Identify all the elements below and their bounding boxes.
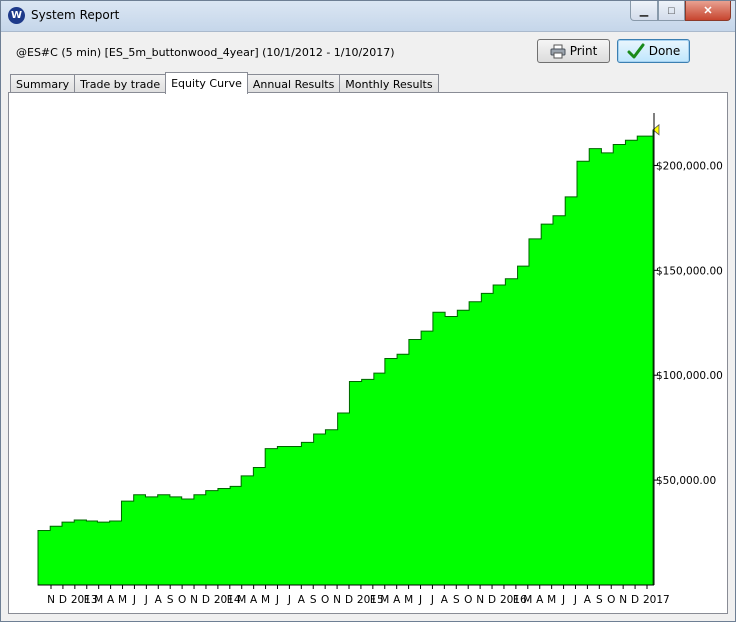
close-icon: ✕ bbox=[703, 5, 713, 17]
checkmark-icon bbox=[627, 43, 645, 59]
x-tick-label: J bbox=[561, 594, 565, 606]
x-tick-label: M bbox=[94, 594, 103, 606]
plot-area bbox=[37, 123, 660, 586]
x-tick-label: O bbox=[464, 594, 472, 606]
equity-curve-panel: $50,000.00 $100,000.00 $150,000.00 $200,000… bbox=[8, 92, 728, 614]
x-tick-label: A bbox=[584, 594, 592, 606]
x-tick-label: A bbox=[298, 594, 306, 606]
tab-summary[interactable]: Summary bbox=[10, 74, 76, 93]
x-tick-label: N bbox=[47, 594, 55, 606]
tab-monthly-results[interactable]: Monthly Results bbox=[339, 74, 439, 93]
x-tick-label: O bbox=[178, 594, 186, 606]
close-button[interactable]: ✕ bbox=[685, 1, 731, 21]
x-tick-label: N bbox=[333, 594, 341, 606]
x-tick-label: M bbox=[404, 594, 413, 606]
x-tick-label: D bbox=[345, 594, 353, 606]
x-tick-label: D bbox=[488, 594, 496, 606]
x-tick-label: M bbox=[118, 594, 127, 606]
x-tick-label: D bbox=[202, 594, 210, 606]
x-tick-label: M bbox=[523, 594, 532, 606]
x-tick-label: N bbox=[190, 594, 198, 606]
y-tick-label: $100,000.00 bbox=[656, 370, 723, 382]
window-controls: ▁ □ ✕ bbox=[630, 1, 731, 21]
window-title: System Report bbox=[31, 8, 120, 22]
x-tick-label: A bbox=[107, 594, 115, 606]
equity-area bbox=[37, 129, 654, 586]
printer-icon bbox=[550, 44, 566, 58]
equity-curve-chart: $50,000.00 $100,000.00 $150,000.00 $200,000… bbox=[37, 113, 723, 606]
x-tick-label: F bbox=[227, 594, 233, 606]
x-tick-label: D bbox=[631, 594, 639, 606]
x-tick-label: A bbox=[441, 594, 449, 606]
done-label: Done bbox=[648, 44, 681, 58]
x-tick-label: O bbox=[321, 594, 329, 606]
x-tick-label: F bbox=[513, 594, 519, 606]
x-tick-label: A bbox=[250, 594, 258, 606]
x-tick-label: N bbox=[476, 594, 484, 606]
y-axis: $50,000.00 $100,000.00 $150,000.00 $200,000… bbox=[653, 113, 723, 585]
x-tick-label: A bbox=[536, 594, 544, 606]
minimize-button[interactable]: ▁ bbox=[630, 1, 658, 21]
x-tick-label: M bbox=[380, 594, 389, 606]
x-tick-label: A bbox=[155, 594, 163, 606]
x-tick-label: S bbox=[453, 594, 460, 606]
x-tick-label: J bbox=[287, 594, 291, 606]
x-tick-label: J bbox=[144, 594, 148, 606]
x-axis: N D 2013F M A M J J A S O N D 2014F M A M J J A S O N D 2015F M A M… bbox=[38, 584, 670, 606]
minimize-icon: ▁ bbox=[639, 5, 649, 17]
x-tick-label: F bbox=[84, 594, 90, 606]
maximize-icon: □ bbox=[668, 4, 675, 17]
y-tick-label: $50,000.00 bbox=[656, 475, 716, 487]
x-tick-label: 2017 bbox=[643, 594, 670, 606]
app-logo-icon: W bbox=[8, 7, 25, 24]
x-tick-label: S bbox=[596, 594, 603, 606]
y-tick-label: $150,000.00 bbox=[656, 265, 723, 277]
x-tick-label: J bbox=[573, 594, 577, 606]
done-button[interactable]: Done bbox=[617, 39, 690, 63]
tab-trade-by-trade[interactable]: Trade by trade bbox=[74, 74, 167, 93]
x-tick-label: J bbox=[132, 594, 136, 606]
x-tick-label: M bbox=[261, 594, 270, 606]
print-label: Print bbox=[569, 44, 598, 58]
x-tick-label: J bbox=[430, 594, 434, 606]
report-tabs: Summary Trade by trade Equity Curve Annu… bbox=[10, 72, 439, 94]
x-tick-label: D bbox=[59, 594, 67, 606]
x-tick-label: F bbox=[370, 594, 376, 606]
x-tick-label: M bbox=[547, 594, 556, 606]
x-tick-label: J bbox=[275, 594, 279, 606]
x-tick-label: S bbox=[310, 594, 317, 606]
x-tick-label: A bbox=[393, 594, 401, 606]
x-tick-label: O bbox=[607, 594, 615, 606]
y-tick-label: $200,000.00 bbox=[656, 160, 723, 172]
x-tick-label: J bbox=[418, 594, 422, 606]
x-tick-label: S bbox=[167, 594, 174, 606]
report-description: @ES#C (5 min) [ES_5m_buttonwood_4year] (… bbox=[16, 46, 395, 59]
maximize-button[interactable]: □ bbox=[658, 1, 685, 21]
print-button[interactable]: Print bbox=[537, 39, 610, 63]
x-tick-label: N bbox=[619, 594, 627, 606]
x-tick-label: M bbox=[237, 594, 246, 606]
tab-equity-curve[interactable]: Equity Curve bbox=[165, 72, 248, 94]
title-bar[interactable]: W System Report ▁ □ ✕ bbox=[1, 1, 735, 32]
tab-annual-results[interactable]: Annual Results bbox=[246, 74, 341, 93]
